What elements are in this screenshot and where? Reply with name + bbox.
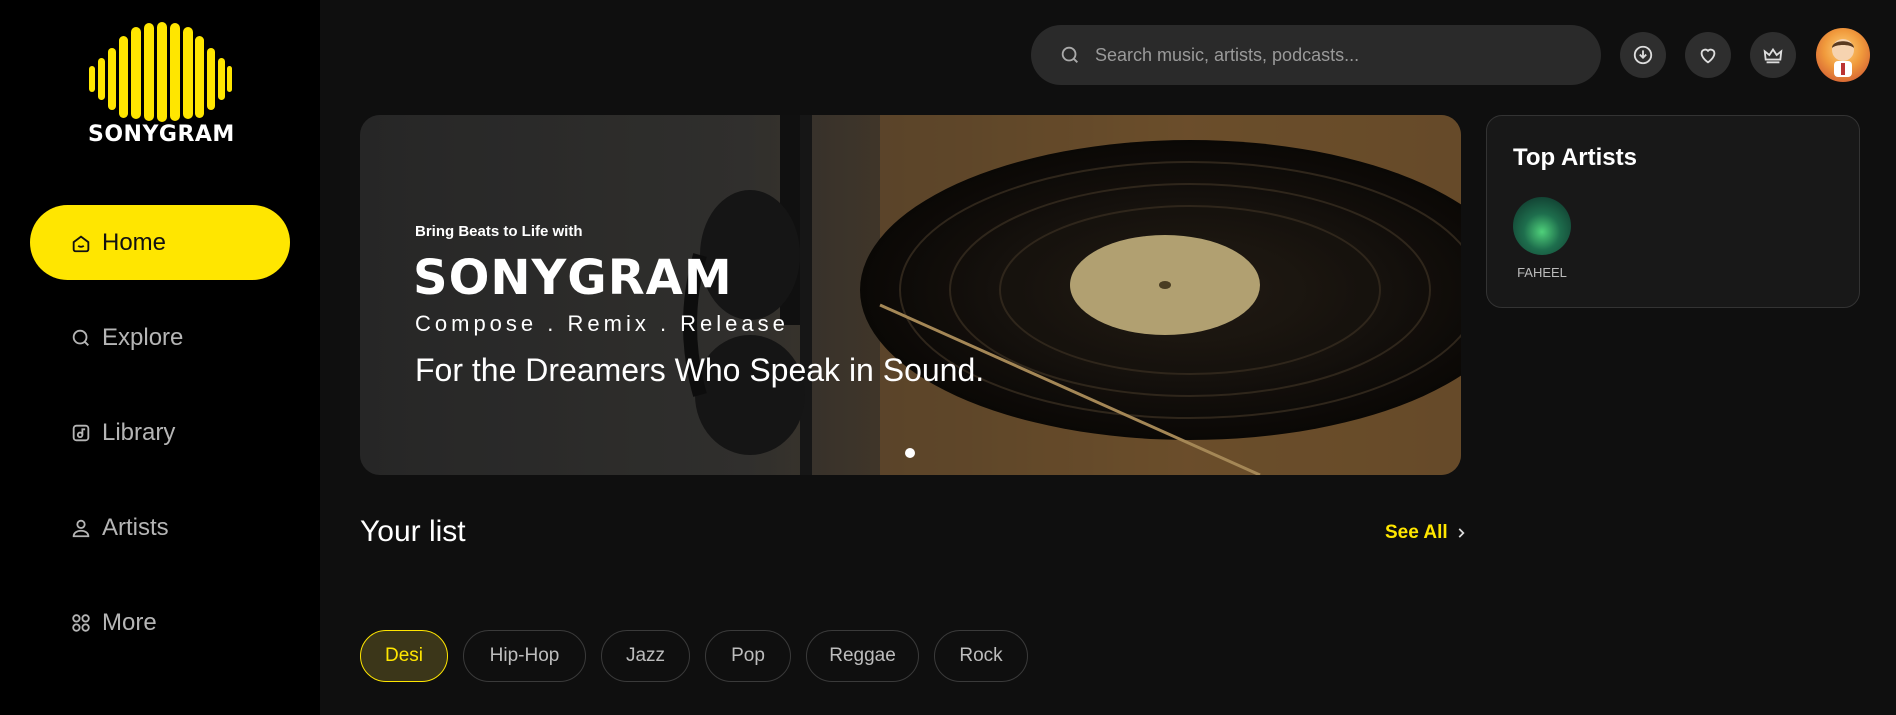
genre-chip-rock[interactable]: Rock bbox=[934, 630, 1028, 682]
search-bar[interactable] bbox=[1031, 25, 1601, 85]
sidebar-item-label: Home bbox=[102, 228, 167, 256]
artist-avatar[interactable] bbox=[1513, 197, 1571, 255]
see-all-label: See All bbox=[1385, 522, 1448, 543]
sidebar-item-library[interactable]: Library bbox=[30, 395, 290, 470]
heart-icon bbox=[1700, 48, 1716, 64]
hero-headline: For the Dreamers Who Speak in Sound. bbox=[415, 352, 985, 388]
hero-banner[interactable]: Bring Beats to Life with SONYGRAM Compos… bbox=[360, 115, 1461, 475]
sonygram-logo[interactable]: SONYGRAM bbox=[88, 22, 235, 150]
search-input[interactable] bbox=[1093, 43, 1557, 67]
search-icon bbox=[72, 329, 89, 346]
genre-chip-jazz[interactable]: Jazz bbox=[601, 630, 690, 682]
sidebar-item-label: More bbox=[102, 608, 157, 636]
search-icon bbox=[1061, 46, 1078, 63]
sidebar-item-label: Artists bbox=[102, 513, 169, 541]
your-list-title: Your list bbox=[360, 515, 466, 548]
genre-chip-desi[interactable]: Desi bbox=[360, 630, 448, 682]
avatar-image bbox=[1832, 39, 1854, 77]
genre-chip-hip-hop[interactable]: Hip-Hop bbox=[463, 630, 586, 682]
sidebar-item-label: Library bbox=[102, 418, 176, 446]
favorites-button[interactable] bbox=[1685, 32, 1731, 78]
user-avatar[interactable] bbox=[1816, 28, 1870, 82]
genre-chip-pop[interactable]: Pop bbox=[705, 630, 791, 682]
user-icon bbox=[72, 519, 90, 537]
sound-wave-icon bbox=[89, 22, 232, 122]
see-all-link[interactable]: See All bbox=[1385, 522, 1468, 544]
artist-name[interactable]: FAHEEL bbox=[1507, 265, 1577, 280]
download-icon bbox=[1633, 45, 1653, 65]
home-icon bbox=[72, 234, 90, 252]
genre-chip-reggae[interactable]: Reggae bbox=[806, 630, 919, 682]
sidebar-item-home[interactable]: Home bbox=[30, 205, 290, 280]
hero-brand: SONYGRAM bbox=[413, 250, 733, 306]
library-icon bbox=[72, 424, 90, 441]
download-button[interactable] bbox=[1620, 32, 1666, 78]
top-artists-card: Top Artists FAHEEL bbox=[1486, 115, 1860, 308]
sidebar-item-explore[interactable]: Explore bbox=[30, 300, 290, 375]
grid-icon bbox=[72, 613, 90, 632]
sidebar: SONYGRAM Home Explore Library Artists Mo… bbox=[0, 0, 320, 715]
logo-text: SONYGRAM bbox=[88, 122, 235, 147]
top-artists-title: Top Artists bbox=[1513, 144, 1637, 171]
sidebar-item-artists[interactable]: Artists bbox=[30, 490, 290, 565]
carousel-dot[interactable] bbox=[905, 448, 915, 458]
sidebar-item-more[interactable]: More bbox=[30, 585, 290, 660]
crown-icon bbox=[1763, 47, 1783, 64]
chevron-right-icon bbox=[1458, 528, 1465, 538]
hero-subtitle: Bring Beats to Life with bbox=[415, 223, 583, 240]
hero-tagline: Compose . Remix . Release bbox=[415, 311, 789, 336]
premium-button[interactable] bbox=[1750, 32, 1796, 78]
sidebar-item-label: Explore bbox=[102, 323, 184, 351]
